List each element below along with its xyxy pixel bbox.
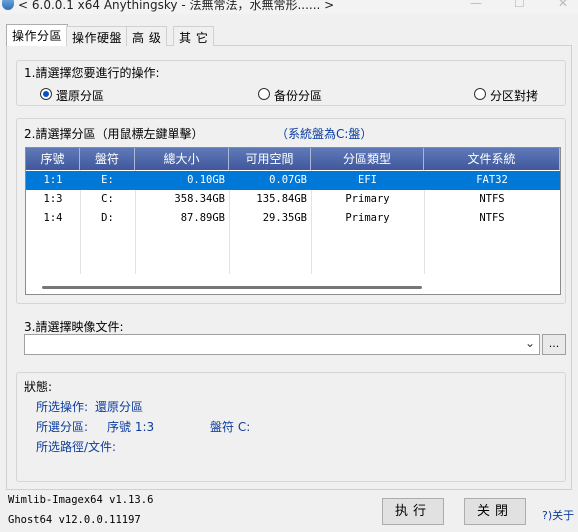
close-button[interactable]: 关閉	[464, 498, 526, 525]
selected-operation-value: 還原分區	[95, 400, 144, 414]
chevron-down-icon[interactable]: ⌄	[525, 336, 535, 350]
col-index[interactable]: 序號	[26, 148, 80, 170]
table-row[interactable]: 1:3 C: 358.34GB 135.84GB Primary NTFS	[26, 190, 560, 209]
image-file-combo[interactable]: ⌄	[24, 334, 540, 355]
status-label: 狀態:	[24, 380, 53, 394]
radio-restore[interactable]	[40, 88, 52, 100]
selected-partition-drive: 盤符 C:	[210, 420, 251, 434]
selected-partition-index: 序號 1:3	[107, 420, 155, 434]
cell-free: 135.84GB	[256, 193, 307, 205]
table-row[interactable]: 1:4 D: 87.89GB 29.35GB Primary NTFS	[26, 209, 560, 228]
radio-backup[interactable]	[258, 88, 270, 100]
selected-operation-label: 所选操作:	[36, 400, 89, 414]
cell-index: 1:4	[43, 212, 63, 224]
execute-button[interactable]: 执行	[382, 498, 444, 525]
partition-label: 2.請選擇分區（用鼠標左鍵單擊）	[24, 127, 204, 141]
image-file-label: 3.請選擇映像文件:	[24, 320, 124, 334]
window-title: < 6.0.0.1 x64 Anythingsky - 法無常法，水無常形...…	[18, 0, 335, 12]
cell-drive: E:	[101, 174, 114, 186]
cell-type: EFI	[358, 174, 377, 186]
cell-type: Primary	[345, 212, 390, 224]
ghost-version: Ghost64 v12.0.0.11197	[8, 514, 141, 526]
col-type[interactable]: 分區類型	[311, 148, 424, 170]
col-free[interactable]: 可用空間	[229, 148, 311, 170]
cell-free: 0.07GB	[269, 174, 307, 186]
system-disk-hint: （系統盤為C:盤）	[276, 127, 373, 141]
status-group	[16, 372, 566, 482]
col-fs[interactable]: 文件系統	[424, 148, 560, 170]
horizontal-scrollbar[interactable]	[42, 286, 422, 289]
cell-total: 87.89GB	[180, 212, 225, 224]
col-total[interactable]: 總大小	[135, 148, 229, 170]
radio-restore-label[interactable]: 還原分區	[56, 87, 104, 104]
selected-partition-label: 所選分區:	[36, 420, 89, 434]
cell-drive: D:	[101, 212, 114, 224]
cell-index: 1:3	[43, 193, 63, 205]
cell-drive: C:	[101, 193, 114, 205]
cell-index: 1:1	[43, 174, 63, 186]
tab-other[interactable]: 其 它	[173, 26, 215, 46]
table-row[interactable]: 1:1 E: 0.10GB 0.07GB EFI FAT32	[26, 171, 560, 190]
cell-free: 29.35GB	[262, 212, 307, 224]
partition-table[interactable]: 序號 盤符 總大小 可用空間 分區類型 文件系統 1:1 E: 0.10GB 0…	[25, 147, 561, 295]
tab-partition[interactable]: 操作分區	[6, 24, 69, 46]
app-icon	[2, 0, 14, 10]
cell-type: Primary	[345, 193, 390, 205]
col-drive[interactable]: 盤符	[80, 148, 135, 170]
wimlib-version: Wimlib-Imagex64 v1.13.6	[8, 494, 154, 506]
close-icon[interactable]: ✕	[558, 0, 568, 10]
maximize-icon[interactable]: ☐	[514, 0, 525, 10]
about-link[interactable]: ?)关于	[542, 507, 574, 523]
browse-button[interactable]: ...	[542, 334, 566, 355]
title-bar: < 6.0.0.1 x64 Anythingsky - 法無常法，水無常形...…	[0, 0, 578, 14]
cell-fs: NTFS	[479, 193, 505, 205]
tab-disk[interactable]: 操作硬盤	[66, 26, 129, 46]
tab-advanced[interactable]: 高 级	[126, 26, 168, 46]
radio-copy-label[interactable]: 分区對拷	[490, 87, 538, 104]
minimize-icon[interactable]: —	[470, 0, 482, 10]
operation-label: 1.請選擇您要進行的操作:	[24, 66, 160, 80]
cell-total: 0.10GB	[187, 174, 225, 186]
radio-copy[interactable]	[474, 88, 486, 100]
cell-total: 358.34GB	[174, 193, 225, 205]
cell-fs: NTFS	[479, 212, 505, 224]
selected-path-label: 所选路徑/文件:	[36, 440, 117, 454]
cell-fs: FAT32	[476, 174, 508, 186]
table-header: 序號 盤符 總大小 可用空間 分區類型 文件系統	[26, 148, 560, 170]
radio-backup-label[interactable]: 备份分區	[274, 87, 322, 104]
